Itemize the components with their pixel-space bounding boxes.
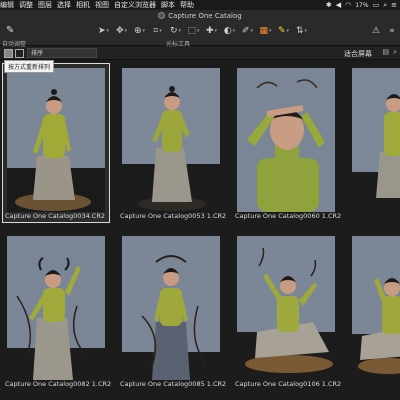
photo-image — [352, 68, 400, 212]
search-icon[interactable]: ⌕ — [383, 1, 387, 10]
crop-tool-icon[interactable]: ⌗ ▾ — [150, 25, 165, 38]
window-toolbar: Capture One Catalog ✎ 自动调整 ➤ ▾ ✥ ▾ ⊕ ▾ ⌗ ▾ ↻… — [0, 10, 400, 48]
photo-image — [7, 236, 105, 380]
browser-toolbar: 排序 适合屏幕 ▤ ⌕ — [0, 47, 400, 60]
grid-view-icon[interactable] — [4, 49, 13, 58]
menu-bar: 编辑 调整 图层 选择 相机 视图 自定义浏览器 脚本 帮助 ✱ ◀ ◠ 17%… — [0, 0, 400, 10]
photo-image — [237, 236, 335, 380]
photo-image — [122, 68, 220, 212]
photo-image — [352, 236, 400, 380]
auto-adjust-icon[interactable]: ✎ — [6, 25, 14, 36]
menu-help[interactable]: 帮助 — [180, 0, 199, 10]
filter-icon[interactable]: ▤ — [382, 48, 389, 57]
thumbnail-filename: Capture One Catalog0053 1.CR2 — [120, 212, 227, 220]
browser-right-icons: ▤ ⌕ — [382, 48, 397, 57]
menu-adjust[interactable]: 调整 — [19, 0, 38, 10]
thumbnail-filename: Capture One Catalog0060 1.CR2 — [235, 212, 342, 220]
thumbnail[interactable]: Capture One Catalog0034.CR2 — [2, 63, 110, 223]
status-area: ✱ ◀ ◠ 17% ▭ ⌕ ≡ — [326, 0, 397, 10]
menu-select[interactable]: 选择 — [57, 0, 76, 10]
thumbnail[interactable]: Capture One Catalog0082 1.CR2 — [2, 231, 112, 391]
thumbnail[interactable]: Capture One Catalog0053 1.CR2 — [117, 63, 227, 223]
thumbnail[interactable]: Capture One Catalog0106 1.CR2 — [232, 231, 342, 391]
right-toolbar: ⚠ » — [370, 24, 398, 37]
pointer-tool-icon[interactable]: ➤ ▾ — [96, 25, 111, 38]
bluetooth-icon[interactable]: ✱ — [326, 1, 332, 9]
menu-custom-browser[interactable]: 自定义浏览器 — [114, 0, 161, 10]
photo-image — [122, 236, 220, 380]
fit-screen-label[interactable]: 适合屏幕 — [344, 49, 372, 59]
search-icon[interactable]: ⌕ — [393, 48, 397, 57]
exposure-warning-icon[interactable]: ⚠ — [370, 24, 382, 37]
wifi-icon[interactable]: ◠ — [345, 1, 351, 9]
control-center-icon[interactable]: ≡ — [391, 1, 397, 9]
annotate-tool-icon[interactable]: ✎ ▾ — [276, 25, 291, 38]
window-title: Capture One Catalog — [0, 12, 400, 20]
photo-image — [7, 68, 105, 212]
cursor-tools: ➤ ▾ ✥ ▾ ⊕ ▾ ⌗ ▾ ↻ ▾ ⬚ ▾ ✚ ▾ ◐ ▾ ✐ ▾ ▦ ▾ ✎ ▾ ⇅ ▾ — [96, 24, 309, 38]
thumbnail-filename: Capture One Catalog0082 1.CR2 — [5, 380, 112, 388]
thumbnail-filename: Capture One Catalog0106 1.CR2 — [235, 380, 342, 388]
zoom-tool-icon[interactable]: ⊕ ▾ — [132, 25, 147, 38]
brush-tool-icon[interactable]: ✐ ▾ — [240, 25, 255, 38]
pan-tool-icon[interactable]: ✥ ▾ — [114, 25, 129, 38]
menu-scripts[interactable]: 脚本 — [161, 0, 180, 10]
heal-tool-icon[interactable]: ✚ ▾ — [204, 25, 219, 38]
rotate-tool-icon[interactable]: ↻ ▾ — [168, 25, 183, 38]
thumbnail[interactable] — [347, 231, 400, 391]
thumbnail[interactable]: Capture One Catalog0060 1.CR2 — [232, 63, 342, 223]
thumbnail-filename: Capture One Catalog0034.CR2 — [5, 212, 105, 220]
battery-percent: 17% — [355, 1, 369, 9]
menu-edit[interactable]: 编辑 — [0, 0, 19, 10]
list-view-icon[interactable] — [15, 49, 24, 58]
volume-icon[interactable]: ◀ — [336, 1, 341, 9]
thumbnail[interactable] — [347, 63, 400, 223]
picker-tool-icon[interactable]: ▦ ▾ — [258, 25, 273, 38]
menu-camera[interactable]: 相机 — [76, 0, 95, 10]
tooltip: 按方式重新排列 — [4, 60, 55, 73]
thumbnail-filename: Capture One Catalog0085 1.CR2 — [120, 380, 227, 388]
menu-layers[interactable]: 图层 — [38, 0, 57, 10]
copy-apply-tool-icon[interactable]: ⇅ ▾ — [294, 25, 309, 38]
photo-image — [237, 68, 335, 212]
menu-view[interactable]: 视图 — [95, 0, 114, 10]
mask-tool-icon[interactable]: ◐ ▾ — [222, 25, 237, 38]
more-icon[interactable]: » — [386, 24, 398, 37]
thumbnail-grid: Capture One Catalog0034.CR2 Capture One … — [0, 61, 400, 400]
capture-one-app-icon — [158, 12, 166, 19]
battery-icon[interactable]: ▭ — [373, 1, 380, 9]
keystone-tool-icon[interactable]: ⬚ ▾ — [186, 25, 201, 38]
sort-select[interactable]: 排序 — [27, 48, 97, 58]
thumbnail[interactable]: Capture One Catalog0085 1.CR2 — [117, 231, 227, 391]
